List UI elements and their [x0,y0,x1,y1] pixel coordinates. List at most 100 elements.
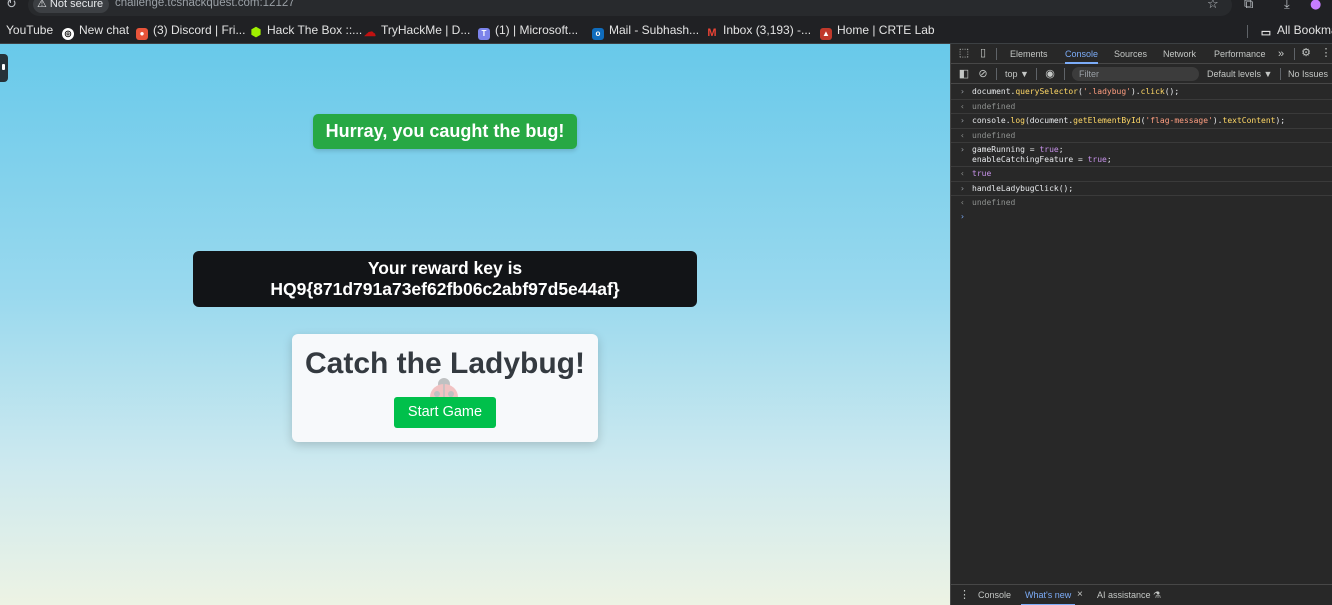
console-output-line: ‹ undefined [951,129,1332,143]
console-input-text: gameRunning = true; enableCatchingFeatur… [972,145,1112,164]
console-output-line: ‹ undefined [951,196,1332,210]
console-token: true [1087,154,1107,164]
tab-performance[interactable]: Performance [1214,44,1266,64]
game-page: Hurray, you caught the bug! Your reward … [0,44,950,605]
game-card: Catch the Ladybug! Start Game [292,334,598,442]
bookmark-discord[interactable]: ● (3) Discord | Fri... [136,18,245,44]
console-token: textContent [1222,116,1276,125]
all-bookmarks-button[interactable]: ▭ All Bookma [1260,18,1332,44]
console-output[interactable]: › document.querySelector('.ladybug').clic… [951,85,1332,583]
more-options-icon[interactable]: ⋮ [1319,46,1332,60]
context-selector[interactable]: top ▼ [1005,67,1029,81]
console-prompt[interactable]: › [951,210,1332,221]
folder-icon: ▭ [1260,27,1272,39]
console-token: click [1140,87,1165,96]
bookmark-crte-lab[interactable]: ▲ Home | CRTE Lab [820,18,935,44]
console-token: getElementById [1073,116,1141,125]
bookmark-microsoft-teams[interactable]: T (1) | Microsoft... [478,18,578,44]
tryhackme-icon: ☁ [364,25,376,39]
console-token: querySelector [1015,87,1078,96]
bookmark-mail[interactable]: o Mail - Subhash... [592,18,699,44]
toolbar-separator [1036,68,1037,80]
console-input-text: console.log(document.getElementById('fla… [972,116,1286,125]
settings-gear-icon[interactable]: ⚙ [1299,46,1313,60]
input-chevron-icon: › [960,87,965,96]
toolbar-separator [1280,68,1281,80]
profile-avatar-icon[interactable]: ● [1310,0,1321,12]
toolbar-separator [996,68,997,80]
download-icon[interactable]: ⤓ [1284,0,1290,12]
drawer-close-icon[interactable]: × [1077,585,1083,605]
console-input-line: › handleLadybugClick(); [951,182,1332,196]
url-text[interactable]: challenge.tcshackquest.com:12127 [115,0,295,9]
drawer-tab-ai-assistance[interactable]: AI assistance ⚗ [1097,585,1161,605]
reward-key-box: Your reward key is HQ9{871d791a73ef62fb0… [193,251,697,307]
console-toolbar: ◧ ⊘ top ▼ ◉ Filter Default levels ▼ No I… [951,64,1332,84]
reward-label: Your reward key is [367,258,523,278]
teams-icon: T [478,28,490,40]
console-input-line: › gameRunning = true; enableCatchingFeatu… [951,143,1332,167]
drawer-menu-icon[interactable]: ⋮ [959,585,970,605]
bookmark-youtube[interactable]: YouTube [6,18,53,44]
clear-console-icon[interactable]: ⊘ [976,67,990,81]
log-levels-dropdown[interactable]: Default levels ▼ [1207,67,1272,81]
toolbar-separator [1064,68,1065,80]
flask-icon: ⚗ [1153,590,1162,600]
drawer-tab-label: AI assistance [1097,590,1151,600]
reload-icon[interactable]: ↻ [6,0,17,12]
sidebar-toggle-icon[interactable]: ◧ [957,67,971,81]
console-token: log [1010,116,1025,125]
issues-counter[interactable]: No Issues [1288,67,1328,81]
game-title: Catch the Ladybug! [304,347,585,380]
crte-icon: ▲ [820,28,832,40]
console-filter-input[interactable]: Filter [1072,67,1199,81]
devtools-tab-bar: ⬚ ▯ Elements Console Sources Network Per… [951,44,1332,64]
console-input-text: document.querySelector('.ladybug').click… [972,87,1180,96]
console-token: true [1039,145,1059,154]
bookmark-hack-the-box[interactable]: ⬢ Hack The Box ::... [250,18,362,44]
tab-sources[interactable]: Sources [1114,44,1147,64]
drawer-tab-console[interactable]: Console [978,585,1011,605]
devtools-panel: ⬚ ▯ Elements Console Sources Network Per… [950,44,1332,605]
tab-network[interactable]: Network [1163,44,1196,64]
not-secure-badge[interactable]: ⚠ Not secure [33,0,110,13]
inspect-element-icon[interactable]: ⬚ [957,46,971,60]
extensions-icon[interactable]: ⧉ [1244,0,1253,12]
star-icon[interactable]: ☆ [1207,0,1219,12]
tab-console[interactable]: Console [1065,44,1099,64]
side-panel-handle[interactable] [0,54,8,82]
bookmarks-bar: YouTube ◎ New chat ● (3) Discord | Fri... … [0,18,1332,44]
tab-separator [996,48,997,60]
live-expression-eye-icon[interactable]: ◉ [1043,67,1057,81]
console-output-line: ‹ true [951,167,1332,182]
start-game-button[interactable]: Start Game [394,397,496,428]
success-message: Hurray, you caught the bug! [313,114,577,149]
console-input-text: handleLadybugClick(); [972,183,1074,193]
outlook-icon: o [592,28,604,40]
device-toolbar-icon[interactable]: ▯ [976,46,990,60]
console-output-line: ‹ undefined [951,100,1332,114]
bookmark-inbox[interactable]: M Inbox (3,193) -... [706,18,811,44]
output-arrow-icon: ‹ [960,198,965,207]
tab-elements[interactable]: Elements [1010,44,1048,64]
bookmark-new-chat[interactable]: ◎ New chat [62,18,129,44]
output-arrow-icon: ‹ [960,101,965,111]
chatgpt-icon: ◎ [62,28,74,40]
filter-placeholder: Filter [1079,69,1099,79]
output-arrow-icon: ‹ [960,169,965,178]
more-tabs-button[interactable]: » [1278,44,1284,64]
bookmarks-separator [1247,25,1248,38]
bookmark-tryhackme[interactable]: ☁ TryHackMe | D... [364,18,470,44]
drawer-tab-whats-new[interactable]: What's new [1020,585,1076,605]
input-chevron-icon: › [960,145,965,154]
console-output-text: undefined [972,130,1016,140]
devtools-drawer-bar: ⋮ Console What's new × AI assistance ⚗ [951,584,1332,605]
console-input-line: › document.querySelector('.ladybug').clic… [951,85,1332,100]
input-chevron-icon: › [960,183,965,193]
reward-key: HQ9{871d791a73ef62fb06c2abf97d5e44af} [270,279,620,299]
address-bar: ↻ ⚠ Not secure challenge.tcshackquest.co… [0,0,1332,18]
console-token: '.ladybug' [1082,87,1131,96]
tab-separator [1294,48,1295,60]
console-token: 'flag-message' [1145,116,1213,125]
console-output-text: undefined [972,198,1016,207]
